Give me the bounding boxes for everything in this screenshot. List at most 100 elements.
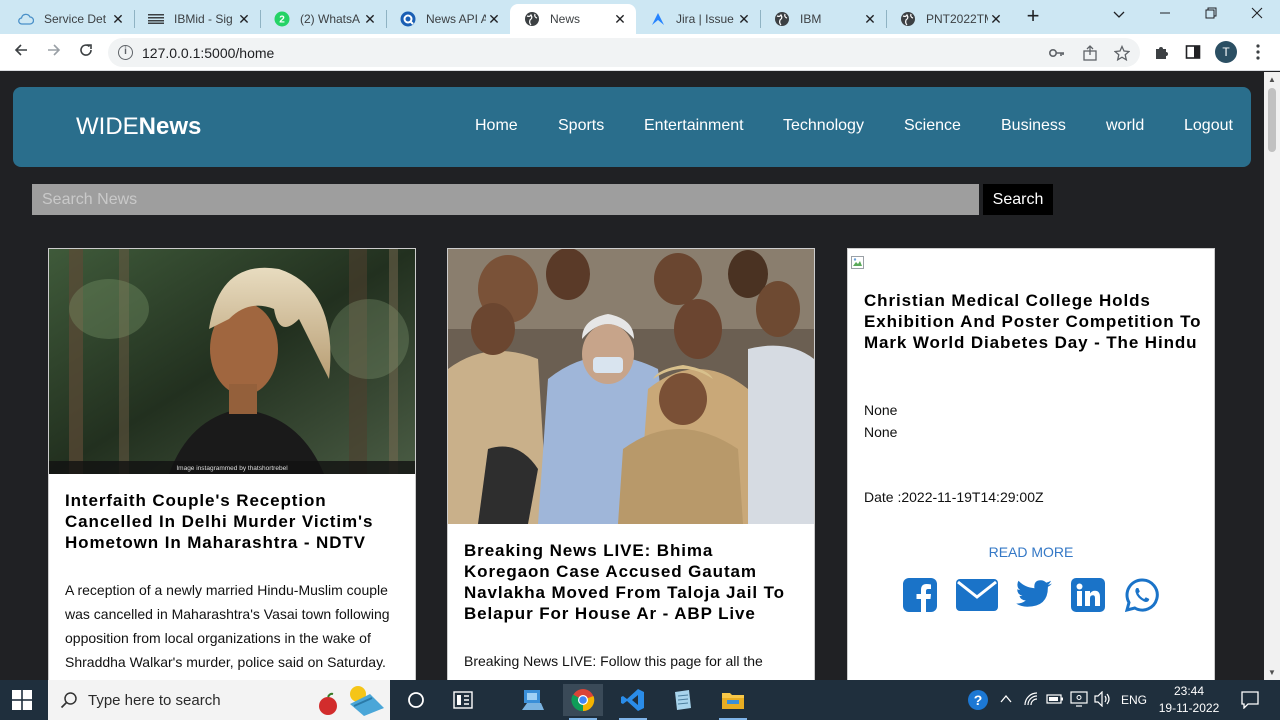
taskbar-search-box[interactable]: Type here to search xyxy=(48,680,390,720)
nav-business[interactable]: Business xyxy=(1001,117,1066,135)
forward-button[interactable] xyxy=(42,40,66,64)
site-logo[interactable]: WIDENews xyxy=(76,113,201,141)
tab-service-details[interactable]: Service Det ✕ xyxy=(4,4,134,34)
svg-text:2: 2 xyxy=(279,15,285,26)
tab-whatsapp[interactable]: 2 (2) WhatsA ✕ xyxy=(260,4,386,34)
share-icon[interactable] xyxy=(1081,44,1099,62)
chrome-taskbar-icon[interactable] xyxy=(563,684,603,720)
help-icon[interactable]: ? xyxy=(960,684,996,716)
article-title[interactable]: Breaking News LIVE: Bhima Koregaon Case … xyxy=(464,540,804,624)
tab-search-button[interactable] xyxy=(1104,4,1134,28)
minimize-button[interactable] xyxy=(1150,4,1180,28)
tab-label: IBMid - Sig xyxy=(174,12,233,26)
article-title[interactable]: Interfaith Couple's Reception Cancelled … xyxy=(65,490,405,553)
restore-button[interactable] xyxy=(1196,4,1226,28)
windows-taskbar: Type here to search ? ENG 23:44 19-11-20… xyxy=(0,680,1280,720)
tab-ibm[interactable]: IBM ✕ xyxy=(760,4,886,34)
side-panel-icon[interactable] xyxy=(1183,42,1203,62)
logo-text-light: WIDE xyxy=(76,113,139,140)
show-hidden-icons-chevron-icon[interactable] xyxy=(1000,690,1012,711)
desktop-app-icon[interactable] xyxy=(513,684,553,716)
kebab-menu-icon[interactable] xyxy=(1248,42,1268,62)
linkedin-icon[interactable] xyxy=(1070,577,1106,613)
page-scrollbar[interactable]: ▲ ▼ xyxy=(1264,72,1280,680)
cloud-icon xyxy=(18,11,34,27)
tab-label: News xyxy=(550,12,581,26)
whatsapp-icon[interactable] xyxy=(1124,577,1160,613)
close-icon xyxy=(1251,7,1263,19)
tab-jira[interactable]: Jira | Issue ✕ xyxy=(636,4,760,34)
arrow-right-icon xyxy=(48,44,61,56)
battery-icon[interactable] xyxy=(1046,692,1064,709)
nav-home[interactable]: Home xyxy=(475,117,518,135)
taskbar-clock[interactable]: 23:44 19-11-2022 xyxy=(1152,683,1226,717)
task-view-icon[interactable] xyxy=(396,684,436,716)
notepad-taskbar-icon[interactable] xyxy=(663,684,703,716)
windows-start-icon[interactable] xyxy=(12,690,32,710)
nav-logout[interactable]: Logout xyxy=(1184,117,1233,135)
address-bar[interactable]: i 127.0.0.1:5000/home xyxy=(108,38,1140,67)
tab-label: (2) WhatsA xyxy=(300,12,361,26)
new-tab-button[interactable]: + xyxy=(1022,5,1044,28)
bookmark-star-icon[interactable] xyxy=(1113,44,1131,62)
nav-sports[interactable]: Sports xyxy=(558,117,604,135)
broken-image-icon[interactable] xyxy=(850,255,866,271)
news-card: Christian Medical College Holds Exhibiti… xyxy=(847,248,1215,680)
close-icon[interactable]: ✕ xyxy=(362,11,378,27)
ibm-icon xyxy=(148,11,164,27)
input-language[interactable]: ENG xyxy=(1121,693,1147,707)
back-button[interactable] xyxy=(9,40,33,64)
close-icon[interactable]: ✕ xyxy=(736,11,752,27)
reload-button[interactable] xyxy=(74,40,98,64)
close-icon[interactable]: ✕ xyxy=(236,11,252,27)
display-icon[interactable] xyxy=(1070,691,1088,710)
tab-label: IBM xyxy=(800,12,822,26)
key-icon[interactable] xyxy=(1048,44,1066,62)
widgets-icon[interactable] xyxy=(443,684,483,716)
close-icon[interactable]: ✕ xyxy=(612,11,628,27)
extensions-puzzle-icon[interactable] xyxy=(1151,42,1171,62)
tab-ibmid[interactable]: IBMid - Sig ✕ xyxy=(134,4,260,34)
tab-pnt2022[interactable]: PNT2022TM ✕ xyxy=(886,4,1012,34)
facebook-icon[interactable] xyxy=(902,577,938,613)
tab-news-api[interactable]: News API A ✕ xyxy=(386,4,510,34)
scrollbar-thumb[interactable] xyxy=(1268,88,1276,152)
whatsapp-icon: 2 xyxy=(274,11,290,27)
image-caption: Image instagrammed by thatshortrebel xyxy=(176,465,288,472)
search-news-input[interactable] xyxy=(32,184,979,215)
jira-icon xyxy=(650,11,666,27)
article-description: A reception of a newly married Hindu-Mus… xyxy=(65,582,390,670)
newsapi-icon xyxy=(400,11,416,27)
vscode-taskbar-icon[interactable] xyxy=(613,684,653,720)
scroll-up-arrow-icon[interactable]: ▲ xyxy=(1268,75,1276,84)
twitter-icon[interactable] xyxy=(1016,577,1052,613)
scroll-down-arrow-icon[interactable]: ▼ xyxy=(1268,668,1276,677)
nav-technology[interactable]: Technology xyxy=(783,117,864,135)
nav-entertainment[interactable]: Entertainment xyxy=(644,117,744,135)
article-title[interactable]: Christian Medical College Holds Exhibiti… xyxy=(864,290,1204,353)
close-icon[interactable]: ✕ xyxy=(110,11,126,27)
close-icon[interactable]: ✕ xyxy=(988,11,1004,27)
notifications-icon[interactable] xyxy=(1230,684,1270,716)
article-description: Breaking News LIVE: Follow this page for… xyxy=(464,653,763,669)
arrow-left-icon xyxy=(14,44,27,56)
close-window-button[interactable] xyxy=(1242,4,1272,28)
volume-icon[interactable] xyxy=(1094,690,1112,710)
profile-avatar[interactable]: T xyxy=(1215,41,1237,63)
file-explorer-taskbar-icon[interactable] xyxy=(713,684,753,720)
info-icon[interactable]: i xyxy=(118,45,133,60)
share-buttons xyxy=(848,577,1214,613)
clock-time: 23:44 xyxy=(1173,684,1205,698)
wifi-icon[interactable] xyxy=(1023,691,1039,710)
article-image[interactable] xyxy=(448,249,814,524)
tab-news[interactable]: News ✕ xyxy=(510,4,636,34)
email-icon[interactable] xyxy=(956,577,998,613)
read-more-link[interactable]: READ MORE xyxy=(848,544,1214,560)
search-button[interactable]: Search xyxy=(983,184,1053,215)
close-icon[interactable]: ✕ xyxy=(486,11,502,27)
nav-world[interactable]: world xyxy=(1106,117,1144,135)
minimize-icon xyxy=(1160,12,1170,14)
close-icon[interactable]: ✕ xyxy=(862,11,878,27)
nav-science[interactable]: Science xyxy=(904,117,961,135)
article-image[interactable]: Image instagrammed by thatshortrebel xyxy=(49,249,415,474)
